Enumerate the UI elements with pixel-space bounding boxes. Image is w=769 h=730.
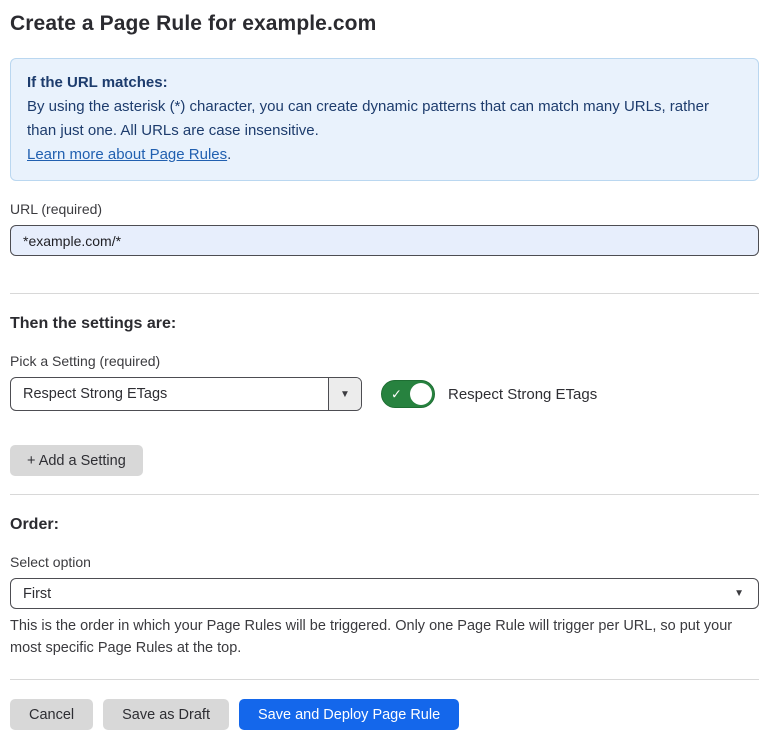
chevron-down-icon: ▼ — [734, 588, 744, 599]
chevron-down-icon: ▼ — [340, 389, 350, 400]
link-suffix: . — [227, 146, 231, 163]
setting-dropdown-value: Respect Strong ETags — [11, 378, 328, 410]
divider — [10, 494, 759, 495]
setting-toggle[interactable]: ✓ — [381, 380, 435, 408]
settings-section-heading: Then the settings are: — [10, 315, 759, 333]
divider — [10, 679, 759, 680]
info-box-body: By using the asterisk (*) character, you… — [27, 98, 709, 139]
toggle-label: Respect Strong ETags — [448, 386, 597, 403]
order-select[interactable]: First ▼ — [10, 578, 759, 609]
url-field-label: URL (required) — [10, 201, 759, 217]
page-title: Create a Page Rule for example.com — [10, 12, 759, 36]
create-page-rule-panel: Create a Page Rule for example.com If th… — [0, 0, 769, 718]
save-as-draft-button[interactable]: Save as Draft — [103, 699, 229, 730]
footer-actions: Cancel Save as Draft Save and Deploy Pag… — [10, 699, 759, 730]
add-setting-button[interactable]: + Add a Setting — [10, 445, 143, 476]
divider — [10, 293, 759, 294]
setting-dropdown-arrow-button[interactable]: ▼ — [328, 378, 361, 410]
order-select-value: First — [23, 586, 734, 602]
order-select-label: Select option — [10, 554, 759, 570]
toggle-knob — [410, 383, 432, 405]
order-help-text: This is the order in which your Page Rul… — [10, 615, 759, 659]
save-and-deploy-button[interactable]: Save and Deploy Page Rule — [239, 699, 459, 730]
cancel-button[interactable]: Cancel — [10, 699, 93, 730]
order-section-heading: Order: — [10, 516, 759, 534]
setting-row: Respect Strong ETags ▼ ✓ Respect Strong … — [10, 377, 759, 411]
learn-more-link[interactable]: Learn more about Page Rules — [27, 146, 227, 163]
check-icon: ✓ — [391, 388, 402, 401]
pick-setting-label: Pick a Setting (required) — [10, 353, 759, 369]
url-match-info-box: If the URL matches: By using the asteris… — [10, 58, 759, 181]
setting-dropdown[interactable]: Respect Strong ETags ▼ — [10, 377, 362, 411]
url-input[interactable] — [10, 225, 759, 256]
info-box-heading: If the URL matches: — [27, 71, 742, 95]
